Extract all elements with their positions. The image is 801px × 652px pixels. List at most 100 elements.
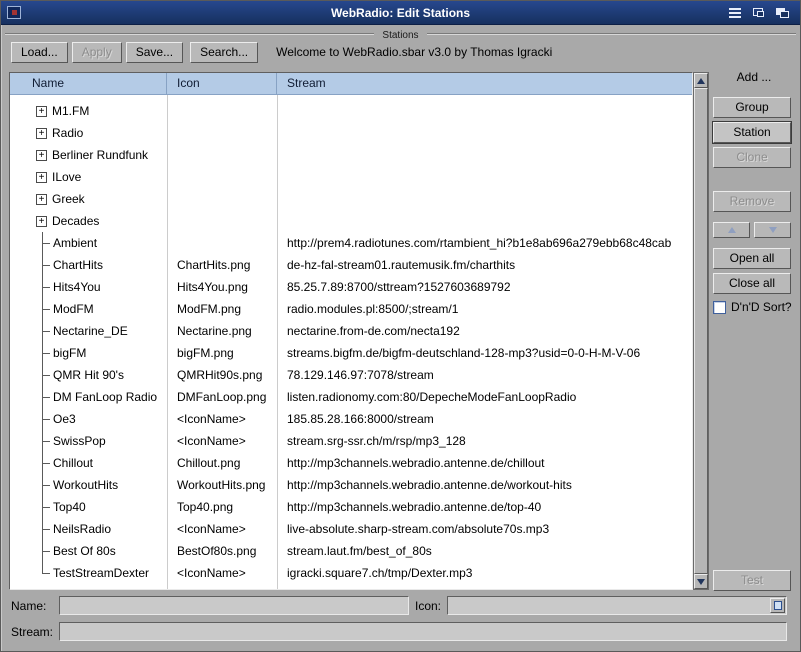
menu-icon[interactable] [726, 5, 744, 20]
station-name: Berliner Rundfunk [52, 144, 148, 166]
name-input[interactable] [60, 598, 408, 615]
welcome-text: Welcome to WebRadio.sbar v3.0 by Thomas … [276, 45, 552, 59]
station-icon-name [167, 166, 277, 188]
station-icon-name [167, 122, 277, 144]
group-row[interactable]: + M1.FM [10, 100, 692, 122]
save-button[interactable]: Save... [126, 42, 183, 63]
station-row[interactable]: Top40Top40.pnghttp://mp3channels.webradi… [10, 496, 692, 518]
move-down-icon [769, 227, 777, 233]
add-station-button[interactable]: Station [713, 122, 791, 143]
station-icon-name: ModFM.png [167, 298, 277, 320]
group-row[interactable]: +Decades [10, 210, 692, 232]
station-row[interactable]: Oe3<IconName>185.85.28.166:8000/stream [10, 408, 692, 430]
station-name: DM FanLoop Radio [53, 386, 157, 408]
station-row[interactable]: DM FanLoop RadioDMFanLoop.pnglisten.radi… [10, 386, 692, 408]
scroll-down-icon[interactable] [694, 574, 708, 589]
group-row[interactable]: + Berliner Rundfunk [10, 144, 692, 166]
open-all-button[interactable]: Open all [713, 248, 791, 269]
add-group-button[interactable]: Group [713, 97, 791, 118]
move-down-button[interactable] [754, 222, 791, 238]
station-row[interactable]: Best Of 80sBestOf80s.pngstream.laut.fm/b… [10, 540, 692, 562]
station-row[interactable]: Hits4YouHits4You.png85.25.7.89:8700/sttr… [10, 276, 692, 298]
station-row[interactable]: SwissPop<IconName>stream.srg-ssr.ch/m/rs… [10, 430, 692, 452]
expand-plus-icon[interactable]: + [36, 194, 47, 205]
station-icon-name [167, 210, 277, 232]
station-row[interactable]: ChilloutChillout.pnghttp://mp3channels.w… [10, 452, 692, 474]
tree-branch-icon [36, 320, 50, 342]
dnd-sort-row: D'n'D Sort? [713, 300, 792, 314]
dnd-sort-checkbox[interactable] [713, 301, 726, 314]
scroll-up-icon[interactable] [694, 73, 708, 88]
icon-popup-button[interactable] [770, 598, 785, 613]
apply-button[interactable]: Apply [72, 42, 122, 63]
tree-branch-icon [36, 408, 50, 430]
station-row[interactable]: WorkoutHitsWorkoutHits.pnghttp://mp3chan… [10, 474, 692, 496]
station-row[interactable]: ChartHitsChartHits.pngde-hz-fal-stream01… [10, 254, 692, 276]
station-icon-name [167, 100, 277, 122]
station-row[interactable]: ModFMModFM.pngradio.modules.pl:8500/;str… [10, 298, 692, 320]
station-row[interactable]: TestStreamDexter<IconName>igracki.square… [10, 562, 692, 584]
row-name-cell: ChartHits [10, 254, 167, 276]
row-name-cell: + Berliner Rundfunk [10, 144, 167, 166]
search-button[interactable]: Search... [190, 42, 258, 63]
station-stream-url: stream.laut.fm/best_of_80s [277, 540, 692, 562]
name-field [59, 596, 409, 615]
column-header-name[interactable]: Name [10, 73, 167, 94]
row-name-cell: +Decades [10, 210, 167, 232]
add-label: Add ... [711, 70, 797, 84]
column-header-stream[interactable]: Stream [277, 73, 692, 94]
station-row[interactable]: Nectarine_DENectarine.pngnectarine.from-… [10, 320, 692, 342]
group-row[interactable]: +Greek [10, 188, 692, 210]
expand-plus-icon[interactable]: + [36, 172, 47, 183]
group-row[interactable]: +ILove [10, 166, 692, 188]
tree-branch-icon [36, 386, 50, 408]
side-panel: Add ... Group Station Clone Remove Open … [711, 67, 797, 590]
station-name: Chillout [53, 452, 93, 474]
expand-plus-icon[interactable]: + [36, 150, 47, 161]
tree-branch-icon [36, 496, 50, 518]
scrollbar-thumb[interactable] [694, 88, 708, 574]
depth-window-icon[interactable] [774, 5, 792, 20]
station-icon-name [167, 144, 277, 166]
toolbar: Load... Apply Save... Search... Welcome … [11, 41, 792, 63]
station-icon-name: WorkoutHits.png [167, 474, 277, 496]
expand-plus-icon[interactable]: + [36, 128, 47, 139]
station-name: M1.FM [52, 100, 89, 122]
column-header-icon[interactable]: Icon [167, 73, 277, 94]
row-name-cell: bigFM [10, 342, 167, 364]
tree-branch-icon [36, 342, 50, 364]
station-row[interactable]: bigFMbigFM.pngstreams.bigfm.de/bigfm-deu… [10, 342, 692, 364]
test-button[interactable]: Test [713, 570, 791, 591]
station-row[interactable]: Ambienthttp://prem4.radiotunes.com/rtamb… [10, 232, 692, 254]
station-stream-url: http://mp3channels.webradio.antenne.de/w… [277, 474, 692, 496]
station-icon-name: Chillout.png [167, 452, 277, 474]
stations-table[interactable]: Name Icon Stream +M1.FM+Radio+Berliner R… [9, 72, 693, 590]
remove-button[interactable]: Remove [713, 191, 791, 212]
close-all-button[interactable]: Close all [713, 273, 791, 294]
zoom-window-icon[interactable] [750, 5, 768, 20]
load-button[interactable]: Load... [11, 42, 68, 63]
station-row[interactable]: QMR Hit 90'sQMRHit90s.png78.129.146.97:7… [10, 364, 692, 386]
icon-input[interactable] [448, 598, 786, 615]
station-name: QMR Hit 90's [53, 364, 124, 386]
tree-branch-icon [36, 518, 50, 540]
row-name-cell: QMR Hit 90's [10, 364, 167, 386]
stream-input[interactable] [60, 624, 786, 641]
station-stream-url: live-absolute.sharp-stream.com/absolute7… [277, 518, 692, 540]
station-stream-url: de-hz-fal-stream01.rautemusik.fm/charthi… [277, 254, 692, 276]
station-name: ChartHits [53, 254, 103, 276]
move-up-button[interactable] [713, 222, 750, 238]
station-name: Best Of 80s [53, 540, 116, 562]
group-row[interactable]: +Radio [10, 122, 692, 144]
titlebar[interactable]: WebRadio: Edit Stations [1, 1, 800, 25]
row-name-cell: TestStreamDexter [10, 562, 167, 584]
station-name: Hits4You [53, 276, 101, 298]
file-popup-icon [774, 601, 782, 610]
tree-branch-icon [36, 364, 50, 386]
vertical-scrollbar[interactable] [693, 72, 709, 590]
expand-plus-icon[interactable]: + [36, 106, 47, 117]
row-name-cell: Ambient [10, 232, 167, 254]
station-row[interactable]: NeilsRadio<IconName>live-absolute.sharp-… [10, 518, 692, 540]
clone-button[interactable]: Clone [713, 147, 791, 168]
expand-plus-icon[interactable]: + [36, 216, 47, 227]
